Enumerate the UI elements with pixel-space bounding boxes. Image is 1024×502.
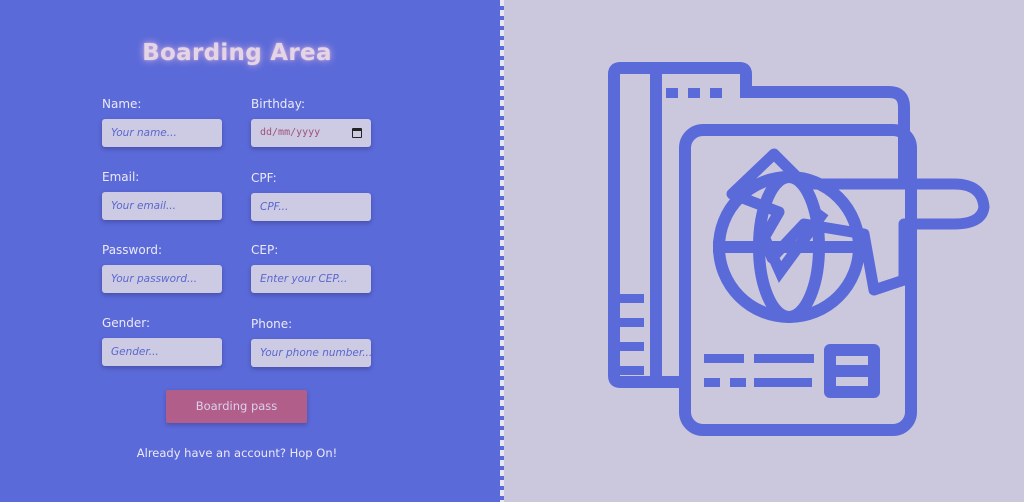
phone-label: Phone: [251,317,293,331]
cpf-input[interactable]: CPF... [251,193,371,221]
cpf-field-group: CPF: CPF... [251,171,373,221]
gender-label: Gender: [102,316,151,330]
passport-travel-icon [608,62,990,436]
cep-label: CEP: [251,243,279,257]
gender-input[interactable]: Gender... [102,338,222,366]
gender-field-group: Gender: Gender... [102,316,224,366]
cpf-label: CPF: [251,171,277,185]
cep-input[interactable]: Enter your CEP... [251,265,371,293]
name-input[interactable]: Your name... [102,119,222,147]
boarding-pass-button[interactable]: Boarding pass [166,390,307,423]
cep-field-group: CEP: Enter your CEP... [251,243,373,293]
page-title: Boarding Area [142,40,332,66]
birthday-placeholder: dd/mm/yyyy [260,127,321,138]
password-input[interactable]: Your password... [102,265,222,293]
name-label: Name: [102,97,142,111]
email-input[interactable]: Your email... [102,192,222,220]
calendar-icon[interactable] [352,128,362,138]
login-link[interactable]: Already have an account? Hop On! [0,446,474,460]
form-panel: Boarding Area Name: Your name... Birthda… [0,0,500,502]
password-label: Password: [102,243,163,257]
birthday-input[interactable]: dd/mm/yyyy [251,119,371,147]
birthday-field-group: Birthday: dd/mm/yyyy [251,97,373,147]
phone-input[interactable]: Your phone number... [251,339,371,367]
password-field-group: Password: Your password... [102,243,224,293]
illustration-panel [504,0,1024,502]
email-label: Email: [102,170,140,184]
birthday-label: Birthday: [251,97,306,111]
phone-field-group: Phone: Your phone number... [251,317,373,367]
signup-page: Boarding Area Name: Your name... Birthda… [0,0,1024,502]
name-field-group: Name: Your name... [102,97,224,147]
email-field-group: Email: Your email... [102,170,224,220]
